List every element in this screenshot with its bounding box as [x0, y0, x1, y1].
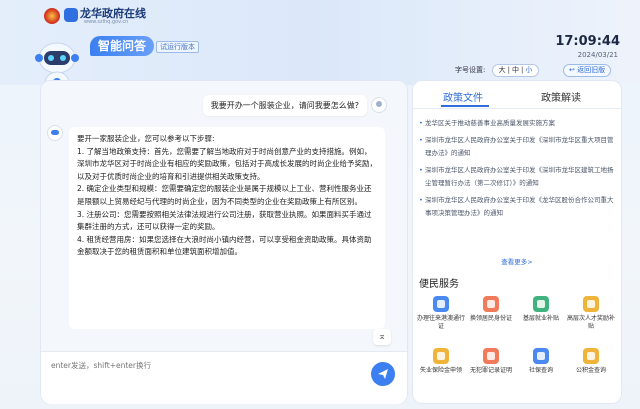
- service-talent[interactable]: 高层次人才奖励补贴: [567, 296, 615, 331]
- housing-fund-icon: [583, 348, 599, 364]
- chat-input-area: [41, 351, 407, 404]
- service-label: 基层就业补贴: [522, 315, 559, 322]
- chat-panel: 我要开办一个服装企业，请问我要怎么做? 要开一家服装企业，您可以参考以下步骤: …: [40, 80, 408, 404]
- insurance-icon: [433, 348, 449, 364]
- chat-input[interactable]: [49, 358, 353, 392]
- bot-message-paragraph: 3. 注册公司：您需要按照相关法律法规进行公司注册，获取营业执照。如果面料买手通…: [77, 209, 372, 232]
- service-label: 失业保险金申领: [419, 367, 462, 374]
- tab-divider: [413, 108, 621, 109]
- service-label: 社保查询: [528, 367, 553, 374]
- user-avatar-icon: [371, 97, 387, 113]
- bot-message: 要开一家服装企业，您可以参考以下步骤: 1. 了解当地政策支持：首先，您需要了解…: [69, 127, 385, 329]
- service-housing-fund[interactable]: 公积金查询: [567, 348, 615, 375]
- font-size-large[interactable]: 大: [499, 66, 506, 74]
- tab-policy-interpretation[interactable]: 政策解读: [541, 89, 581, 104]
- font-size-label: 字号设置:: [455, 66, 486, 74]
- policy-item[interactable]: 龙华区关于推动慈善事业高质量发展实施方案: [419, 117, 615, 130]
- view-more-link[interactable]: 查看更多>: [413, 256, 621, 266]
- site-url: www.szlhq.gov.cn: [84, 19, 129, 25]
- bot-message-paragraph: 2. 确定企业类型和规模：您需要确定您的服装企业是属于规模以上工业、营利性服务业…: [77, 184, 372, 206]
- bot-avatar-icon: [47, 125, 63, 141]
- passport-icon: [433, 296, 449, 312]
- bot-message-paragraph: 要开一家服装企业，您可以参考以下步骤:: [77, 134, 215, 143]
- active-tab-indicator: [441, 105, 489, 107]
- service-passport[interactable]: 办理往来港澳通行证: [417, 296, 465, 331]
- font-size-medium[interactable]: 中: [512, 66, 519, 74]
- service-insurance[interactable]: 失业保险金申领: [417, 348, 465, 375]
- service-certificate[interactable]: 无犯罪记录证明: [467, 348, 515, 375]
- service-label: 办理往来港澳通行证: [417, 315, 466, 330]
- send-icon: [378, 369, 388, 379]
- talent-icon: [583, 296, 599, 312]
- employment-icon: [533, 296, 549, 312]
- national-emblem-icon: [44, 8, 60, 24]
- current-date: 2024/03/21: [577, 51, 618, 59]
- policy-item[interactable]: 深圳市龙华区人民政府办公室关于印发《龙华区股份合作公司重大事项决策管理办法》的通…: [419, 194, 615, 220]
- bot-message-paragraph: 4. 租赁经营用房：如果您选择在大浪时尚小镇内经营，可以享受租金资助政策。具体资…: [77, 234, 372, 257]
- service-label: 无犯罪记录证明: [469, 367, 512, 374]
- font-size-small[interactable]: 小: [525, 66, 532, 74]
- policy-item[interactable]: 深圳市龙华区人民政府办公室关于印发《深圳市龙华区建筑工地扬尘管理暂行办法（第二次…: [419, 164, 615, 190]
- collapse-up-icon[interactable]: ⌅: [373, 329, 391, 345]
- back-to-old-version-button[interactable]: ↩ 返回旧版: [563, 64, 612, 77]
- service-label: 公积金查询: [575, 367, 606, 374]
- beta-version-badge: 试运行版本: [156, 41, 199, 53]
- user-message: 我要开办一个服装企业，请问我要怎么做?: [202, 95, 367, 116]
- id-card-icon: [483, 296, 499, 312]
- font-size-control: 字号设置: 大 | 中 | 小: [455, 64, 540, 77]
- header: 龙华政府在线 www.szlhq.gov.cn 智能问答 试运行版本 17:09…: [0, 0, 640, 95]
- policy-panel: 政策文件 政策解读 龙华区关于推动慈善事业高质量发展实施方案 深圳市龙华区人民政…: [412, 80, 622, 404]
- service-social-security[interactable]: 社保查询: [517, 348, 565, 375]
- services-title: 便民服务: [419, 279, 459, 290]
- font-size-options: 大 | 中 | 小: [491, 64, 540, 77]
- certificate-icon: [483, 348, 499, 364]
- policy-tabs: 政策文件 政策解读: [413, 81, 621, 109]
- service-employment[interactable]: 基层就业补贴: [517, 296, 565, 323]
- social-security-icon: [533, 348, 549, 364]
- policy-list: 龙华区关于推动慈善事业高质量发展实施方案 深圳市龙华区人民政府办公室关于印发《深…: [419, 117, 615, 224]
- app-title: 智能问答: [90, 36, 155, 56]
- policy-item[interactable]: 深圳市龙华区人民政府办公室关于印发《深圳市龙华区重大项目管理办法》的通知: [419, 134, 615, 160]
- current-time: 17:09:44: [555, 34, 620, 49]
- site-logo-icon: [64, 8, 78, 22]
- tab-policy-documents[interactable]: 政策文件: [443, 89, 483, 104]
- service-label: 高层次人才奖励补贴: [567, 315, 616, 330]
- service-label: 换领居民身份证: [469, 315, 512, 322]
- bot-message-paragraph: 1. 了解当地政策支持：首先，您需要了解当地政府对于时尚创意产业的支持措施。例如…: [77, 146, 377, 181]
- service-id-card[interactable]: 换领居民身份证: [467, 296, 515, 323]
- send-button[interactable]: [371, 362, 395, 386]
